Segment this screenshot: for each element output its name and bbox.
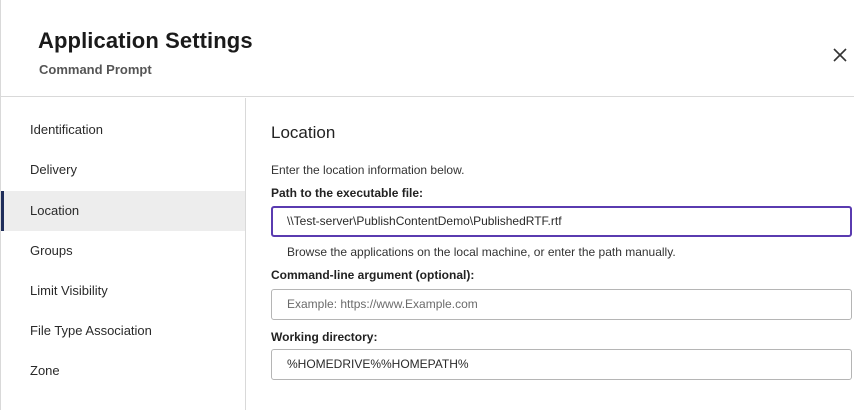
sidebar-item-label: File Type Association	[30, 323, 152, 338]
sidebar-item-label: Location	[30, 203, 80, 218]
sidebar-item-location[interactable]: Location	[1, 191, 245, 231]
close-icon	[833, 48, 847, 62]
dialog-subtitle: Command Prompt	[39, 62, 152, 77]
working-directory-label: Working directory:	[271, 330, 378, 344]
path-label: Path to the executable file:	[271, 186, 424, 200]
dialog-header: Application Settings Command Prompt	[1, 0, 854, 97]
path-help-text: Browse the applications on the local mac…	[287, 245, 676, 259]
sidebar-item-label: Identification	[30, 122, 103, 137]
sidebar-item-label: Zone	[30, 363, 60, 378]
sidebar-item-zone[interactable]: Zone	[1, 351, 245, 391]
sidebar-item-delivery[interactable]: Delivery	[1, 150, 245, 190]
command-line-input[interactable]: Example: https://www.Example.com	[271, 289, 852, 320]
sidebar-item-label: Delivery	[30, 162, 77, 177]
close-button[interactable]	[829, 44, 851, 66]
command-line-label: Command-line argument (optional):	[271, 268, 475, 282]
path-input[interactable]: \\Test-server\PublishContentDemo\Publish…	[271, 206, 852, 237]
sidebar-item-label: Groups	[30, 243, 73, 258]
settings-sidebar: Identification Delivery Location Groups …	[1, 98, 246, 410]
section-title: Location	[271, 123, 336, 142]
sidebar-item-identification[interactable]: Identification	[1, 110, 245, 150]
instructions-text: Enter the location information below.	[271, 163, 465, 177]
location-panel: Location Enter the location information …	[247, 98, 854, 410]
sidebar-item-limit-visibility[interactable]: Limit Visibility	[1, 271, 245, 311]
dialog-title: Application Settings	[38, 28, 253, 53]
application-settings-dialog: Application Settings Command Prompt Iden…	[0, 0, 854, 410]
sidebar-item-file-type-association[interactable]: File Type Association	[1, 311, 245, 351]
active-indicator	[1, 191, 4, 231]
working-directory-input[interactable]: %HOMEDRIVE%%HOMEPATH%	[271, 349, 852, 380]
sidebar-item-label: Limit Visibility	[30, 283, 108, 298]
sidebar-item-groups[interactable]: Groups	[1, 231, 245, 271]
